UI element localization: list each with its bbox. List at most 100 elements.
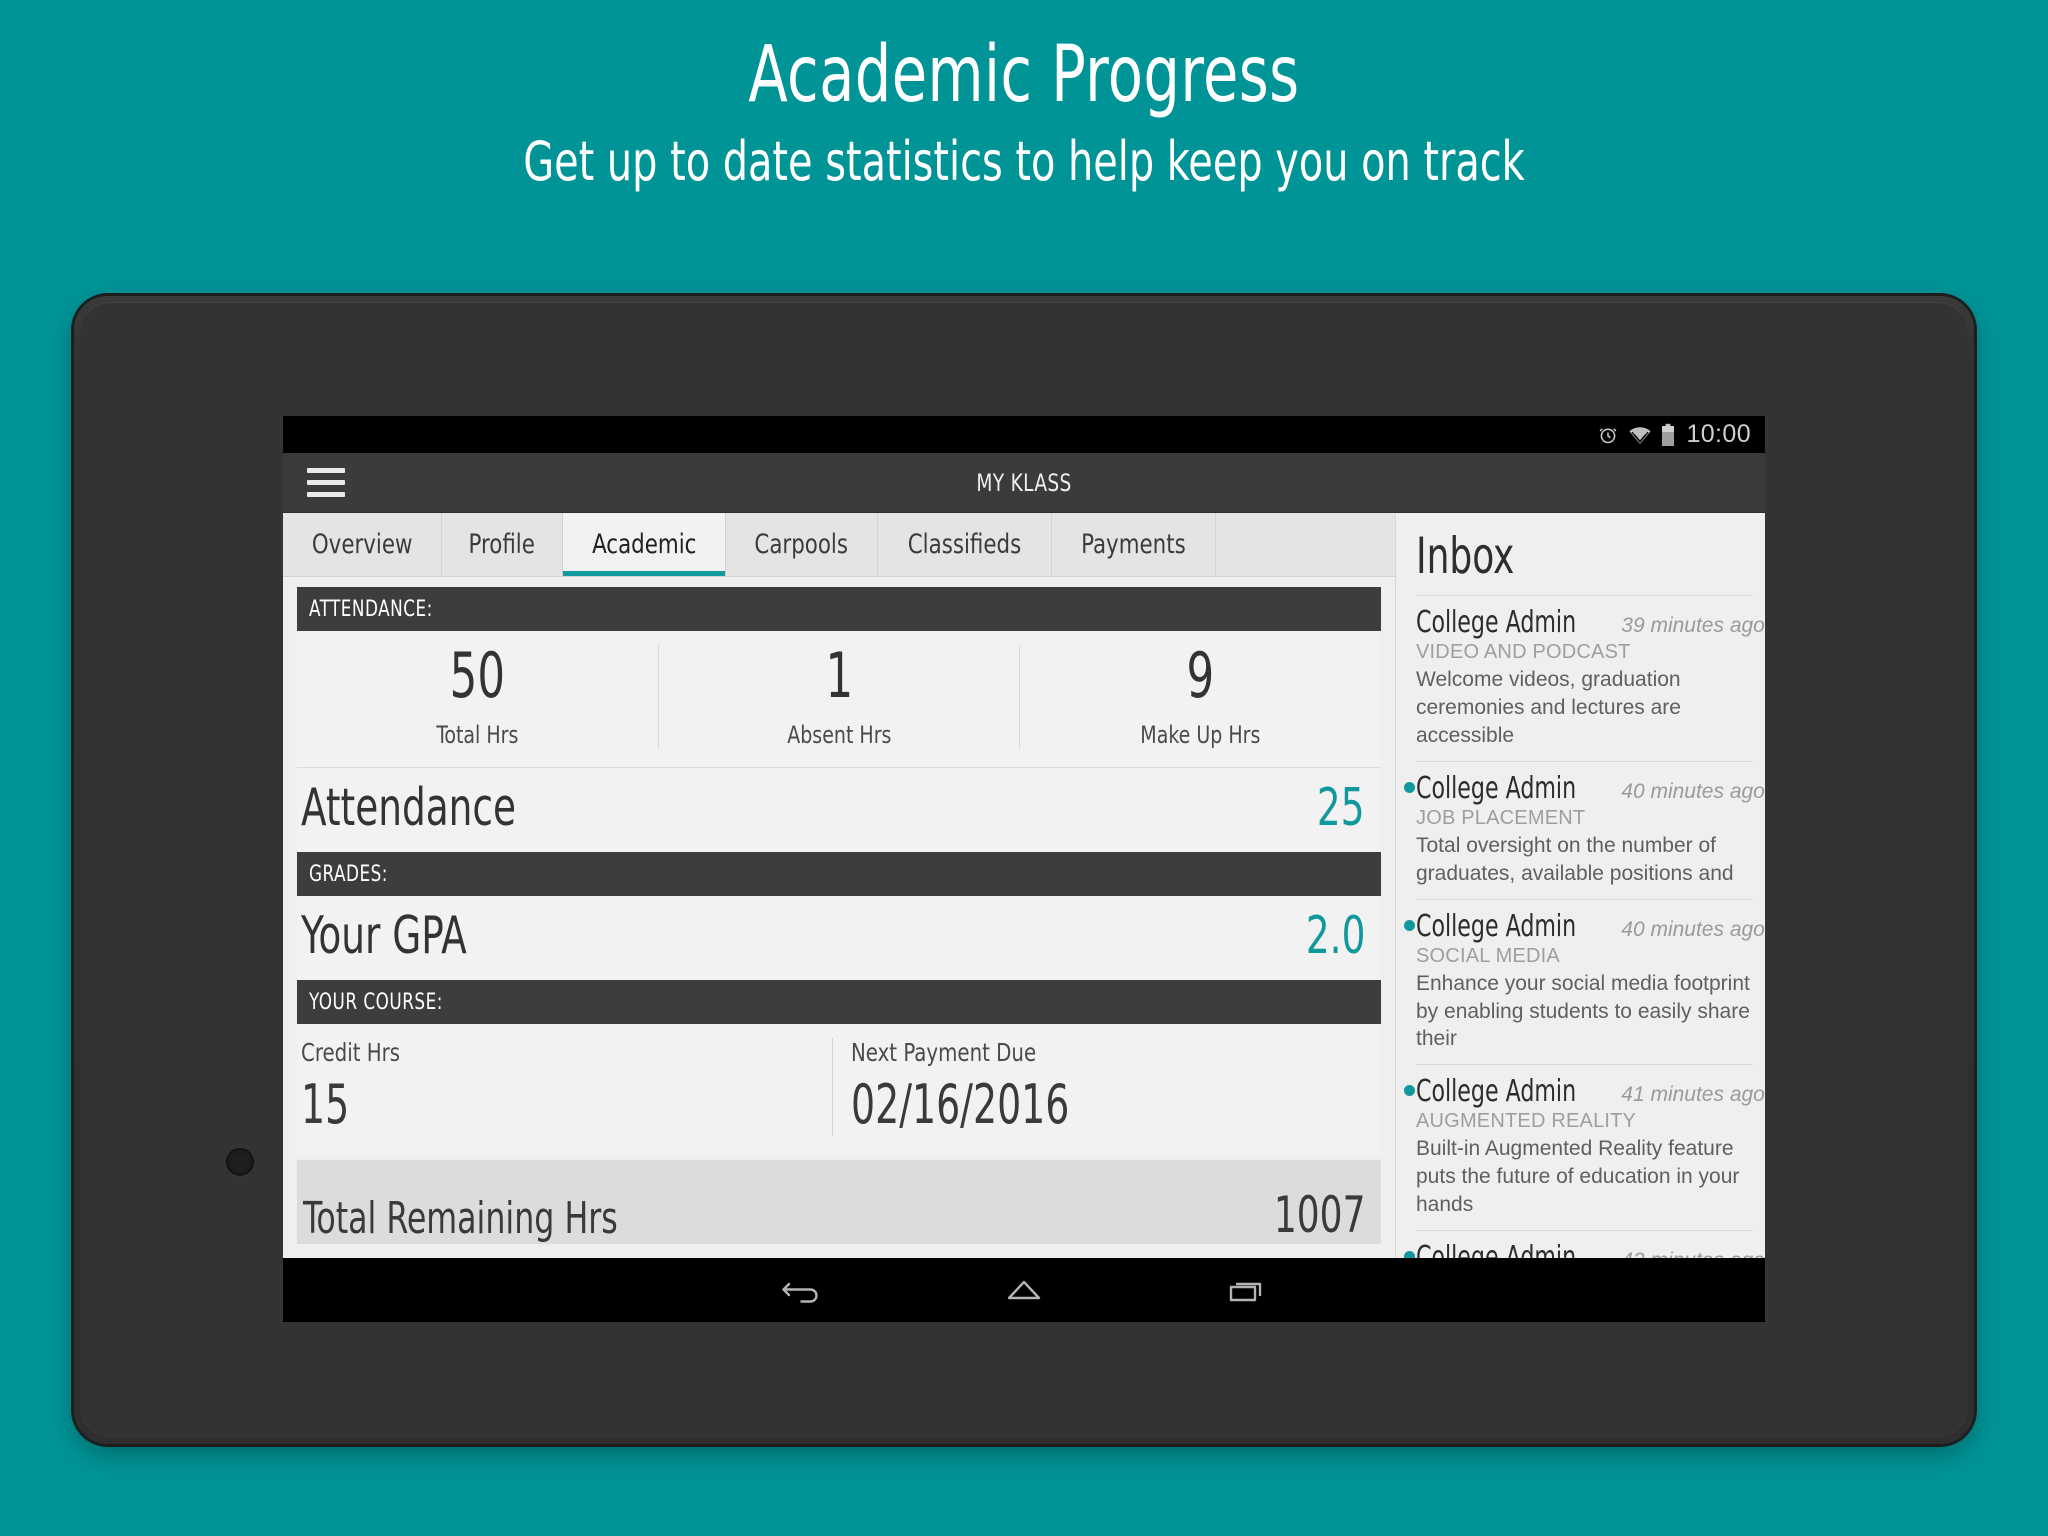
list-item[interactable]: College Admin 41 minutes ago AUGMENTED R… bbox=[1404, 1064, 1765, 1230]
message-timestamp: 40 minutes ago bbox=[1621, 779, 1765, 803]
tab-carpools-label: Carpools bbox=[754, 529, 849, 560]
tab-payments-label: Payments bbox=[1080, 529, 1186, 560]
message-header: College Admin 40 minutes ago bbox=[1416, 908, 1765, 944]
app-action-bar: MY KLASS bbox=[283, 453, 1765, 513]
promo-title: Academic Progress bbox=[748, 30, 1300, 120]
next-payment-value: 02/16/2016 bbox=[850, 1073, 1069, 1136]
grades-section-header-label: GRADES: bbox=[309, 862, 388, 887]
battery-icon bbox=[1661, 423, 1675, 447]
inbox-header: Inbox bbox=[1396, 513, 1765, 595]
android-status-bar: 10:00 bbox=[283, 416, 1765, 453]
next-payment-cell: Next Payment Due 02/16/2016 bbox=[833, 1038, 1382, 1136]
credit-hrs-label: Credit Hrs bbox=[301, 1038, 401, 1067]
message-preview: Welcome videos, graduation ceremonies an… bbox=[1416, 668, 1681, 747]
stat-total-hrs: 50 Total Hrs bbox=[297, 645, 659, 749]
tab-payments[interactable]: Payments bbox=[1052, 513, 1216, 576]
message-sender: College Admin bbox=[1416, 908, 1577, 944]
unread-dot-icon bbox=[1404, 781, 1415, 793]
message-subject: AUGMENTED REALITY bbox=[1416, 1110, 1637, 1133]
message-timestamp: 40 minutes ago bbox=[1621, 917, 1765, 941]
tablet-screen: 10:00 MY KLASS Overview Profile Academic… bbox=[283, 416, 1765, 1322]
remaining-hrs-value: 1007 bbox=[1273, 1186, 1365, 1244]
course-details-row: Credit Hrs 15 Next Payment Due 02/16/201… bbox=[297, 1024, 1381, 1156]
attendance-summary-row: Attendance 25 bbox=[297, 768, 1381, 852]
message-subject: JOB PLACEMENT bbox=[1416, 806, 1586, 829]
message-subject: VIDEO AND PODCAST bbox=[1416, 641, 1631, 663]
alarm-icon bbox=[1597, 424, 1619, 446]
stat-total-hrs-value: 50 bbox=[449, 639, 506, 712]
message-header: College Admin 40 minutes ago bbox=[1416, 770, 1765, 806]
remaining-hrs-row: Total Remaining Hrs 1007 bbox=[297, 1160, 1381, 1244]
credit-hrs-value: 15 bbox=[301, 1073, 350, 1136]
list-item[interactable]: College Admin 39 minutes ago VIDEO AND P… bbox=[1416, 595, 1765, 761]
home-icon[interactable] bbox=[1003, 1275, 1045, 1305]
course-section-header: YOUR COURSE: bbox=[297, 980, 1381, 1024]
recents-icon[interactable] bbox=[1225, 1275, 1267, 1305]
attendance-section-header: ATTENDANCE: bbox=[297, 587, 1381, 631]
list-item[interactable]: College Admin 40 minutes ago SOCIAL MEDI… bbox=[1404, 898, 1765, 1065]
promo-subtitle: Get up to date statistics to help keep y… bbox=[523, 130, 1525, 193]
message-timestamp: 41 minutes ago bbox=[1621, 1083, 1765, 1107]
message-sender: College Admin bbox=[1416, 770, 1577, 806]
message-preview: Built-in Augmented Reality feature puts … bbox=[1416, 1137, 1740, 1217]
tab-profile-label: Profile bbox=[468, 529, 536, 560]
hamburger-menu-icon[interactable] bbox=[307, 468, 345, 497]
tab-profile[interactable]: Profile bbox=[442, 513, 563, 576]
main-content-pane: Overview Profile Academic Carpools Class… bbox=[283, 513, 1395, 1258]
stat-makeup-hrs-label: Make Up Hrs bbox=[1140, 721, 1261, 749]
tab-academic[interactable]: Academic bbox=[562, 513, 727, 576]
message-header: College Admin 41 minutes ago bbox=[1416, 1074, 1765, 1109]
stat-total-hrs-label: Total Hrs bbox=[436, 721, 519, 749]
message-sender: College Admin bbox=[1416, 605, 1577, 640]
tab-classifieds[interactable]: Classifieds bbox=[878, 513, 1052, 576]
tab-carpools[interactable]: Carpools bbox=[726, 513, 878, 576]
app-body: Overview Profile Academic Carpools Class… bbox=[283, 513, 1765, 1258]
attendance-summary-value: 25 bbox=[1317, 778, 1365, 838]
tab-bar-filler bbox=[1215, 513, 1395, 576]
inbox-title: Inbox bbox=[1416, 527, 1515, 585]
status-clock: 10:00 bbox=[1686, 420, 1751, 448]
attendance-stats-row: 50 Total Hrs 1 Absent Hrs 9 Make Up Hrs bbox=[297, 631, 1381, 768]
stat-absent-hrs-label: Absent Hrs bbox=[786, 721, 892, 749]
message-timestamp: 42 minutes ago bbox=[1621, 1249, 1765, 1258]
unread-dot-icon bbox=[1404, 1251, 1415, 1258]
stat-absent-hrs-value: 1 bbox=[825, 639, 853, 712]
message-subject: SOCIAL MEDIA bbox=[1416, 944, 1560, 967]
promo-screenshot: Academic Progress Get up to date statist… bbox=[0, 0, 2048, 1536]
stat-makeup-hrs-value: 9 bbox=[1186, 639, 1215, 712]
list-item[interactable]: College Admin 40 minutes ago JOB PLACEME… bbox=[1404, 760, 1765, 899]
android-navigation-bar bbox=[283, 1258, 1765, 1322]
list-item[interactable]: College Admin 42 minutes ago SURVEY INTE… bbox=[1404, 1230, 1765, 1258]
unread-dot-icon bbox=[1404, 919, 1415, 931]
tab-overview-label: Overview bbox=[311, 529, 413, 560]
message-header: College Admin 42 minutes ago bbox=[1416, 1240, 1765, 1258]
front-camera-icon bbox=[226, 1148, 254, 1176]
gpa-row: Your GPA 2.0 bbox=[297, 896, 1381, 980]
wifi-icon bbox=[1628, 425, 1652, 445]
stat-makeup-hrs: 9 Make Up Hrs bbox=[1020, 639, 1381, 750]
message-timestamp: 39 minutes ago bbox=[1621, 614, 1765, 637]
attendance-section-header-label: ATTENDANCE: bbox=[309, 597, 433, 622]
next-payment-label: Next Payment Due bbox=[850, 1038, 1036, 1067]
remaining-hrs-label: Total Remaining Hrs bbox=[303, 1193, 618, 1244]
inbox-message-list[interactable]: College Admin 39 minutes ago VIDEO AND P… bbox=[1396, 595, 1765, 1258]
back-icon[interactable] bbox=[781, 1275, 823, 1305]
message-preview: Total oversight on the number of graduat… bbox=[1416, 833, 1734, 885]
gpa-value: 2.0 bbox=[1305, 906, 1366, 966]
grades-section-header: GRADES: bbox=[297, 852, 1381, 896]
tab-academic-label: Academic bbox=[591, 529, 697, 560]
promo-header: Academic Progress Get up to date statist… bbox=[0, 0, 2048, 191]
attendance-summary-label: Attendance bbox=[301, 778, 516, 838]
credit-hrs-cell: Credit Hrs 15 bbox=[297, 1038, 833, 1136]
stat-absent-hrs: 1 Absent Hrs bbox=[659, 645, 1021, 749]
inbox-pane: Inbox College Admin 39 minutes ago VIDEO… bbox=[1395, 513, 1765, 1258]
message-preview: Enhance your social media footprint by e… bbox=[1416, 971, 1750, 1051]
course-section-header-label: YOUR COURSE: bbox=[309, 990, 443, 1015]
tab-classifieds-label: Classifieds bbox=[907, 529, 1021, 560]
message-sender: College Admin bbox=[1416, 1240, 1577, 1258]
tab-bar: Overview Profile Academic Carpools Class… bbox=[283, 513, 1395, 577]
academic-content: ATTENDANCE: 50 Total Hrs 1 Absent Hrs 9 bbox=[283, 577, 1395, 1258]
unread-dot-icon bbox=[1404, 1085, 1415, 1097]
tab-overview[interactable]: Overview bbox=[283, 513, 443, 576]
app-title: MY KLASS bbox=[976, 468, 1072, 497]
